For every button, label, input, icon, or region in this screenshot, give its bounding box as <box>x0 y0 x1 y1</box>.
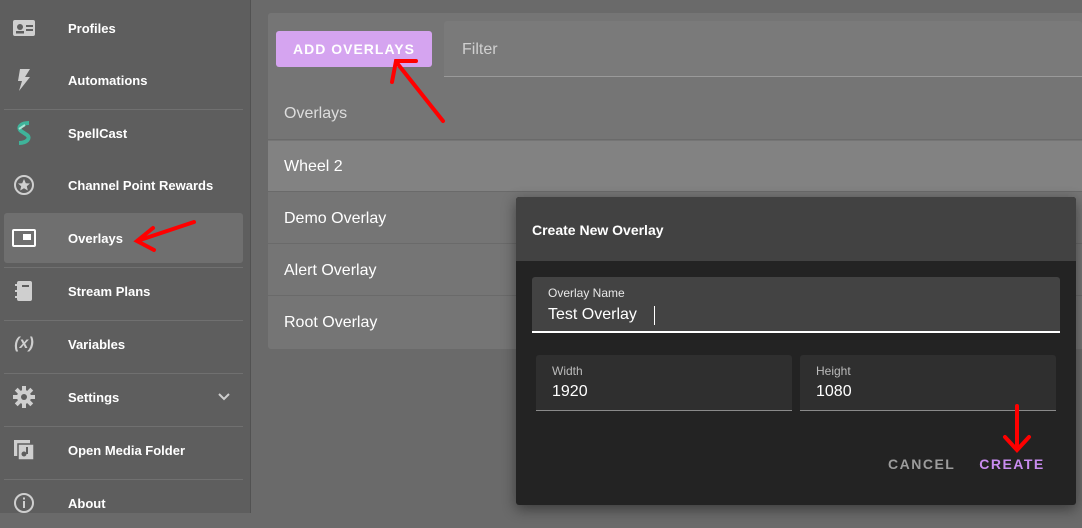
sidebar-item-label: Settings <box>68 389 120 405</box>
sidebar-item-label: Stream Plans <box>68 283 151 299</box>
sidebar-item-label: Automations <box>68 72 148 88</box>
sidebar-item-profiles[interactable]: Profiles <box>4 3 243 53</box>
width-field[interactable]: Width <box>536 355 792 411</box>
width-label: Width <box>552 364 583 378</box>
sidebar-item-label: Overlays <box>68 230 123 246</box>
sidebar-item-about[interactable]: About <box>4 478 243 528</box>
gear-icon <box>12 385 36 409</box>
overlay-row-wheel-2[interactable]: Wheel 2 <box>268 141 1082 192</box>
create-button[interactable]: CREATE <box>979 449 1045 479</box>
list-header: Overlays <box>268 88 1082 140</box>
sidebar-item-channel-point-rewards[interactable]: Channel Point Rewards <box>4 160 243 210</box>
dialog-title: Create New Overlay <box>532 222 664 238</box>
overlay-name-input[interactable] <box>548 304 1028 326</box>
overlay-name-label: Overlay Name <box>548 286 625 300</box>
sidebar-item-overlays[interactable]: Overlays <box>4 213 243 263</box>
sidebar-item-label: SpellCast <box>68 125 128 141</box>
sidebar-item-label: Channel Point Rewards <box>68 177 214 193</box>
info-icon <box>12 491 36 515</box>
height-label: Height <box>816 364 851 378</box>
sidebar-item-automations[interactable]: Automations <box>4 55 243 105</box>
lightning-icon <box>12 68 36 92</box>
height-input[interactable] <box>816 381 1036 403</box>
overlay-window-icon <box>12 226 36 250</box>
text-caret <box>654 306 655 325</box>
sidebar-item-label: Open Media Folder <box>68 442 186 458</box>
add-overlays-button[interactable]: ADD OVERLAYS <box>276 31 432 67</box>
sidebar-item-spellcast[interactable]: SpellCast <box>4 108 243 158</box>
star-circle-icon <box>12 173 36 197</box>
sidebar: Profiles Automations SpellCast Channel P… <box>0 0 251 513</box>
filter-field[interactable] <box>444 21 1082 77</box>
height-field[interactable]: Height <box>800 355 1056 411</box>
profile-card-icon <box>12 16 36 40</box>
sidebar-item-label: About <box>68 495 106 511</box>
create-overlay-dialog: Create New Overlay Overlay Name Width He… <box>516 197 1076 505</box>
sidebar-item-stream-plans[interactable]: Stream Plans <box>4 266 243 316</box>
sidebar-item-settings[interactable]: Settings <box>4 372 243 422</box>
sidebar-item-label: Variables <box>68 336 126 352</box>
filter-input[interactable] <box>460 39 964 61</box>
spellcast-logo-icon <box>12 121 36 145</box>
chevron-down-icon[interactable] <box>217 389 231 407</box>
variable-x-icon: (x) <box>14 335 34 352</box>
notebook-icon <box>12 279 36 303</box>
sidebar-item-open-media-folder[interactable]: Open Media Folder <box>4 425 243 475</box>
media-folder-icon <box>12 438 36 462</box>
sidebar-item-variables[interactable]: (x) Variables <box>4 319 243 369</box>
overlay-name-field[interactable]: Overlay Name <box>532 277 1060 333</box>
dialog-header: Create New Overlay <box>516 197 1076 261</box>
sidebar-item-label: Profiles <box>68 20 116 36</box>
width-input[interactable] <box>552 381 772 403</box>
cancel-button[interactable]: CANCEL <box>888 449 954 479</box>
